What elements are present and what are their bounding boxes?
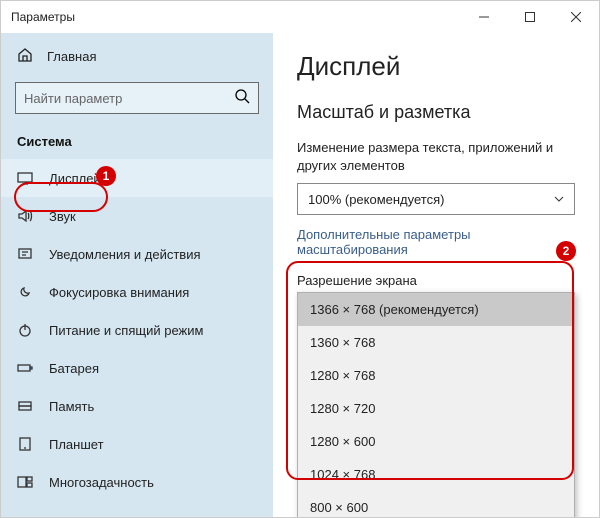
resolution-option[interactable]: 800 × 600 <box>298 491 574 517</box>
home-label: Главная <box>47 49 96 64</box>
page-title: Дисплей <box>297 51 575 82</box>
scale-value: 100% (рекомендуется) <box>308 192 444 207</box>
titlebar: Параметры <box>1 1 599 33</box>
multitask-icon <box>17 474 33 490</box>
main-content: Дисплей Масштаб и разметка Изменение раз… <box>273 33 599 517</box>
search-icon <box>234 88 250 109</box>
nav-display[interactable]: Дисплей <box>1 159 273 197</box>
nav-battery[interactable]: Батарея <box>1 349 273 387</box>
nav-multitasking[interactable]: Многозадачность <box>1 463 273 501</box>
nav-label: Дисплей <box>49 171 101 186</box>
advanced-scaling-link[interactable]: Дополнительные параметры масштабирования <box>297 227 575 257</box>
home-icon <box>17 47 33 66</box>
window-title: Параметры <box>11 10 461 24</box>
resolution-option[interactable]: 1280 × 720 <box>298 392 574 425</box>
nav-tablet[interactable]: Планшет <box>1 425 273 463</box>
storage-icon <box>17 398 33 414</box>
resolution-option[interactable]: 1366 × 768 (рекомендуется) <box>298 293 574 326</box>
focus-icon <box>17 284 33 300</box>
nav-label: Фокусировка внимания <box>49 285 189 300</box>
nav-sound[interactable]: Звук <box>1 197 273 235</box>
section-system: Система <box>1 128 273 159</box>
nav-list: Дисплей Звук Уведомления и действия Фоку… <box>1 159 273 501</box>
nav-label: Питание и спящий режим <box>49 323 203 338</box>
close-button[interactable] <box>553 1 599 33</box>
minimize-button[interactable] <box>461 1 507 33</box>
nav-label: Уведомления и действия <box>49 247 201 262</box>
nav-label: Звук <box>49 209 76 224</box>
resolution-dropdown[interactable]: 1366 × 768 (рекомендуется) 1360 × 768 12… <box>297 292 575 517</box>
display-icon <box>17 170 33 186</box>
scale-label: Изменение размера текста, приложений и д… <box>297 139 575 175</box>
chevron-down-icon <box>554 192 564 207</box>
nav-storage[interactable]: Память <box>1 387 273 425</box>
window-controls <box>461 1 599 33</box>
sound-icon <box>17 208 33 224</box>
nav-label: Память <box>49 399 94 414</box>
battery-icon <box>17 360 33 376</box>
search-input[interactable] <box>24 91 234 106</box>
home-link[interactable]: Главная <box>1 37 273 76</box>
nav-notifications[interactable]: Уведомления и действия <box>1 235 273 273</box>
resolution-option[interactable]: 1280 × 768 <box>298 359 574 392</box>
nav-focus[interactable]: Фокусировка внимания <box>1 273 273 311</box>
tablet-icon <box>17 436 33 452</box>
settings-window: Параметры Главная Система Дисплей <box>0 0 600 518</box>
resolution-option[interactable]: 1360 × 768 <box>298 326 574 359</box>
search-box[interactable] <box>15 82 259 114</box>
nav-label: Многозадачность <box>49 475 154 490</box>
resolution-label: Разрешение экрана <box>297 273 575 288</box>
sidebar: Главная Система Дисплей Звук Уведомления <box>1 33 273 517</box>
resolution-option[interactable]: 1280 × 600 <box>298 425 574 458</box>
nav-label: Батарея <box>49 361 99 376</box>
notification-icon <box>17 246 33 262</box>
resolution-option[interactable]: 1024 × 768 <box>298 458 574 491</box>
power-icon <box>17 322 33 338</box>
section-scale: Масштаб и разметка <box>297 102 575 123</box>
nav-label: Планшет <box>49 437 104 452</box>
nav-power[interactable]: Питание и спящий режим <box>1 311 273 349</box>
maximize-button[interactable] <box>507 1 553 33</box>
scale-select[interactable]: 100% (рекомендуется) <box>297 183 575 215</box>
